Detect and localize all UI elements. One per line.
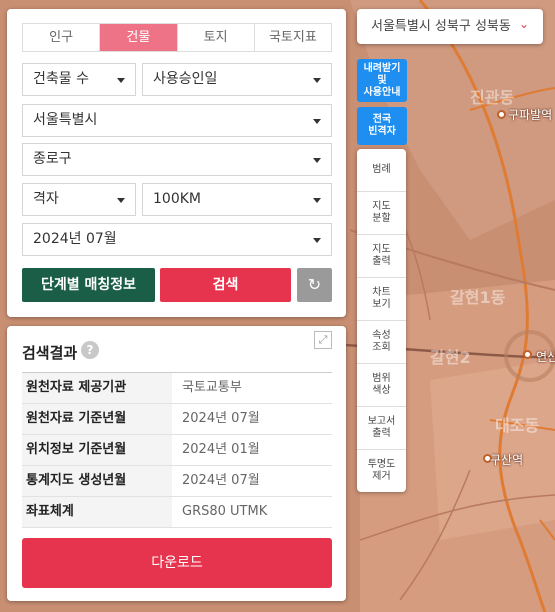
search-button[interactable]: 검색 bbox=[160, 268, 291, 302]
chevron-down-icon: ⌄ bbox=[518, 17, 529, 31]
tool-label: 지도 bbox=[372, 244, 391, 255]
tool-label: 투명도 bbox=[367, 459, 396, 470]
tab-land[interactable]: 토지 bbox=[178, 24, 255, 51]
tool-label: 조회 bbox=[372, 342, 391, 353]
tool-split-map[interactable]: 지도 분할 bbox=[357, 192, 406, 235]
tool-label: 제거 bbox=[372, 471, 391, 482]
tool-label: 출력 bbox=[372, 256, 391, 267]
download-guide-button[interactable]: 내려받기 및 사용안내 bbox=[357, 59, 407, 102]
row-value: GRS80 UTMK bbox=[182, 504, 268, 519]
caret-down-icon bbox=[313, 158, 321, 163]
tool-label: 출력 bbox=[372, 428, 391, 439]
tool-label: 차트 bbox=[372, 287, 391, 298]
row-key: 원천자료 제공기관 bbox=[22, 373, 172, 403]
caret-down-icon bbox=[313, 198, 321, 203]
tool-label: 범례 bbox=[372, 164, 391, 175]
results-table: 원천자료 제공기관 국토교통부 원천자료 기준년월 2024년 07월 위치정보… bbox=[22, 372, 332, 528]
grid-value: 격자 bbox=[33, 191, 59, 207]
table-row: 원천자료 제공기관 국토교통부 bbox=[22, 373, 332, 404]
map-label-partial: 연신 bbox=[536, 350, 555, 364]
tool-label: 범위 bbox=[372, 373, 391, 384]
expand-icon[interactable]: ⤢ bbox=[314, 331, 332, 349]
period-select[interactable]: 2024년 07월 bbox=[22, 223, 332, 256]
grid-select[interactable]: 격자 bbox=[22, 183, 136, 216]
station-marker bbox=[497, 110, 506, 119]
date-type-value: 사용승인일 bbox=[153, 71, 218, 87]
results-panel: ⤢ 검색결과 ? 원천자료 제공기관 국토교통부 원천자료 기준년월 2024년… bbox=[7, 326, 346, 601]
national-line2: 빈격자 bbox=[368, 126, 396, 137]
grid-size-select[interactable]: 100KM bbox=[142, 183, 332, 216]
caret-down-icon bbox=[117, 198, 125, 203]
row-value: 2024년 07월 bbox=[182, 473, 260, 488]
sigungu-value: 종로구 bbox=[33, 151, 72, 167]
location-selector[interactable]: 서울특별시 성북구 성북동 ⌄ bbox=[357, 9, 543, 44]
map-label-station1: 구파발역 bbox=[508, 108, 553, 122]
caret-down-icon bbox=[313, 78, 321, 83]
map-label-area: 갈현1동 bbox=[450, 288, 506, 307]
map-label-area2: 갈현2 bbox=[430, 348, 471, 367]
item-select[interactable]: 건축물 수 bbox=[22, 63, 136, 96]
tool-remove-transparency[interactable]: 투명도 제거 bbox=[357, 450, 406, 492]
control-panel: 인구 건물 토지 국토지표 건축물 수 사용승인일 서울특별시 종로구 격자 1… bbox=[7, 9, 346, 317]
results-title: 검색결과 bbox=[22, 344, 78, 362]
item-select-value: 건축물 수 bbox=[33, 71, 89, 87]
tool-legend[interactable]: 범례 bbox=[357, 149, 406, 192]
tool-attribute-query[interactable]: 속성 조회 bbox=[357, 321, 406, 364]
period-value: 2024년 07월 bbox=[33, 231, 117, 247]
guide-line3: 사용안내 bbox=[363, 86, 401, 98]
table-row: 원천자료 기준년월 2024년 07월 bbox=[22, 404, 332, 435]
tool-label: 속성 bbox=[372, 330, 391, 341]
refresh-icon: ↻ bbox=[307, 275, 322, 294]
refresh-button[interactable]: ↻ bbox=[297, 268, 332, 302]
tool-label: 지도 bbox=[372, 201, 391, 212]
tool-label: 분할 bbox=[372, 213, 391, 224]
tab-population[interactable]: 인구 bbox=[23, 24, 101, 51]
sido-value: 서울특별시 bbox=[33, 112, 98, 128]
sido-select[interactable]: 서울특별시 bbox=[22, 104, 332, 137]
date-type-select[interactable]: 사용승인일 bbox=[142, 63, 332, 96]
row-key: 위치정보 기준년월 bbox=[22, 435, 172, 465]
row-value: 2024년 07월 bbox=[182, 411, 260, 426]
table-row: 위치정보 기준년월 2024년 01월 bbox=[22, 435, 332, 466]
map-label-station2: 구산역 bbox=[490, 453, 524, 467]
table-row: 통계지도 생성년월 2024년 07월 bbox=[22, 466, 332, 497]
tool-label: 보고서 bbox=[367, 416, 396, 427]
help-icon[interactable]: ? bbox=[81, 341, 99, 359]
guide-line2: 및 bbox=[377, 74, 387, 86]
tab-indicator[interactable]: 국토지표 bbox=[255, 24, 331, 51]
tool-label: 보기 bbox=[372, 299, 391, 310]
category-tabs: 인구 건물 토지 국토지표 bbox=[22, 23, 332, 52]
tool-report-print[interactable]: 보고서 출력 bbox=[357, 407, 406, 450]
caret-down-icon bbox=[313, 119, 321, 124]
station-marker-2 bbox=[523, 350, 532, 359]
map-label-area3: 대조동 bbox=[495, 416, 540, 435]
row-value: 국토교통부 bbox=[182, 380, 242, 395]
caret-down-icon bbox=[313, 238, 321, 243]
row-key: 통계지도 생성년월 bbox=[22, 466, 172, 496]
national-empty-grid-button[interactable]: 전국 빈격자 bbox=[357, 107, 407, 145]
tool-range-color[interactable]: 범위 색상 bbox=[357, 364, 406, 407]
tool-chart-view[interactable]: 차트 보기 bbox=[357, 278, 406, 321]
stage-matching-button[interactable]: 단계별 매칭정보 bbox=[22, 268, 155, 302]
guide-line1: 내려받기 bbox=[363, 62, 401, 74]
tab-building[interactable]: 건물 bbox=[100, 24, 178, 51]
map-label-area-top: 진관동 bbox=[470, 88, 515, 107]
tool-label: 색상 bbox=[372, 385, 391, 396]
row-key: 좌표체계 bbox=[22, 497, 172, 527]
tool-print-map[interactable]: 지도 출력 bbox=[357, 235, 406, 278]
national-line1: 전국 bbox=[372, 114, 392, 125]
grid-size-value: 100KM bbox=[153, 191, 201, 207]
row-key: 원천자료 기준년월 bbox=[22, 404, 172, 434]
caret-down-icon bbox=[117, 78, 125, 83]
row-value: 2024년 01월 bbox=[182, 442, 260, 457]
location-text: 서울특별시 성북구 성북동 bbox=[371, 19, 511, 34]
download-button[interactable]: 다운로드 bbox=[22, 538, 332, 588]
table-row: 좌표체계 GRS80 UTMK bbox=[22, 497, 332, 528]
map-tools: 범례 지도 분할 지도 출력 차트 보기 속성 조회 범위 색상 보고서 출력 … bbox=[357, 149, 406, 492]
sigungu-select[interactable]: 종로구 bbox=[22, 143, 332, 176]
